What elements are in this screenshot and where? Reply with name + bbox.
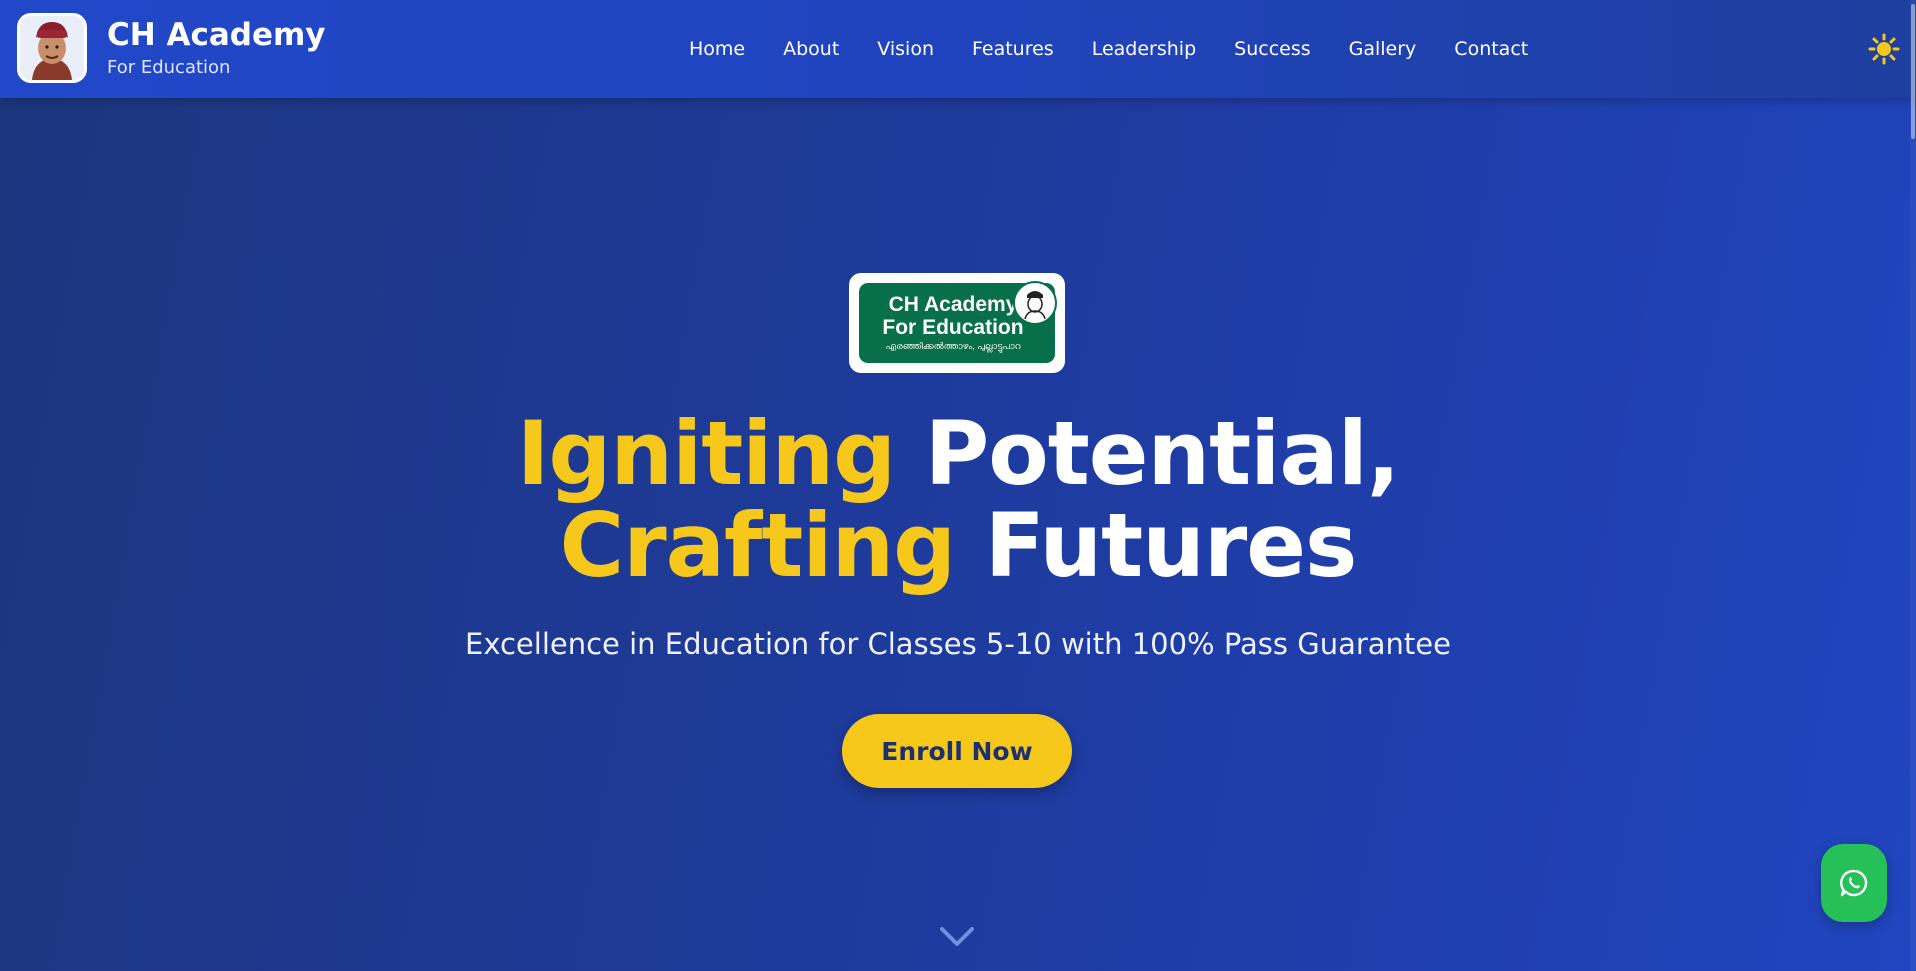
nav-gallery[interactable]: Gallery bbox=[1349, 38, 1417, 60]
whatsapp-icon bbox=[1840, 869, 1868, 897]
headline-word-potential: Potential, bbox=[924, 402, 1401, 505]
scrollbar-thumb[interactable] bbox=[1911, 4, 1915, 139]
nav-leadership[interactable]: Leadership bbox=[1092, 38, 1196, 60]
sun-icon bbox=[1868, 33, 1900, 65]
headline-word-crafting: Crafting bbox=[559, 494, 957, 597]
logo-line-1: CH Academy bbox=[888, 293, 1018, 317]
academy-logo: CH Academy For Education എരഞ്ഞിക്കൽത്താഴ… bbox=[849, 273, 1065, 373]
hero-headline: Igniting Potential, Crafting Futures bbox=[0, 408, 1916, 592]
scroll-down-button[interactable] bbox=[939, 925, 975, 949]
nav-home[interactable]: Home bbox=[689, 38, 745, 60]
brand-title: CH Academy bbox=[107, 17, 326, 54]
founder-portrait-icon bbox=[20, 16, 84, 80]
logo-badge: CH Academy For Education എരഞ്ഞിക്കൽത്താഴ… bbox=[859, 281, 1057, 363]
nav-contact[interactable]: Contact bbox=[1454, 38, 1528, 60]
brand-subtitle: For Education bbox=[107, 56, 231, 78]
logo-line-2: For Education bbox=[882, 315, 1024, 339]
logo-line-3: എരഞ്ഞിക്കൽത്താഴം, പുല്ലാട്ടുപാറ bbox=[885, 340, 1021, 351]
avatar bbox=[17, 13, 87, 83]
portrait-sketch-icon bbox=[1024, 291, 1046, 320]
nav-features[interactable]: Features bbox=[972, 38, 1054, 60]
main-nav: Home About Vision Features Leadership Su… bbox=[670, 0, 1547, 98]
nav-vision[interactable]: Vision bbox=[877, 38, 934, 60]
headline-word-igniting: Igniting bbox=[516, 402, 896, 505]
theme-toggle-button[interactable] bbox=[1868, 33, 1900, 65]
site-header: CH Academy For Education Home About Visi… bbox=[0, 0, 1916, 98]
nav-success[interactable]: Success bbox=[1234, 38, 1310, 60]
logo-portrait bbox=[1013, 281, 1057, 325]
headline-word-futures: Futures bbox=[984, 494, 1358, 597]
hero-tagline: Excellence in Education for Classes 5-10… bbox=[465, 627, 1451, 661]
chevron-down-icon bbox=[940, 927, 974, 946]
brand[interactable]: CH Academy For Education bbox=[17, 13, 326, 83]
enroll-now-button[interactable]: Enroll Now bbox=[842, 714, 1072, 788]
nav-about[interactable]: About bbox=[783, 38, 839, 60]
whatsapp-chat-button[interactable] bbox=[1821, 844, 1887, 922]
